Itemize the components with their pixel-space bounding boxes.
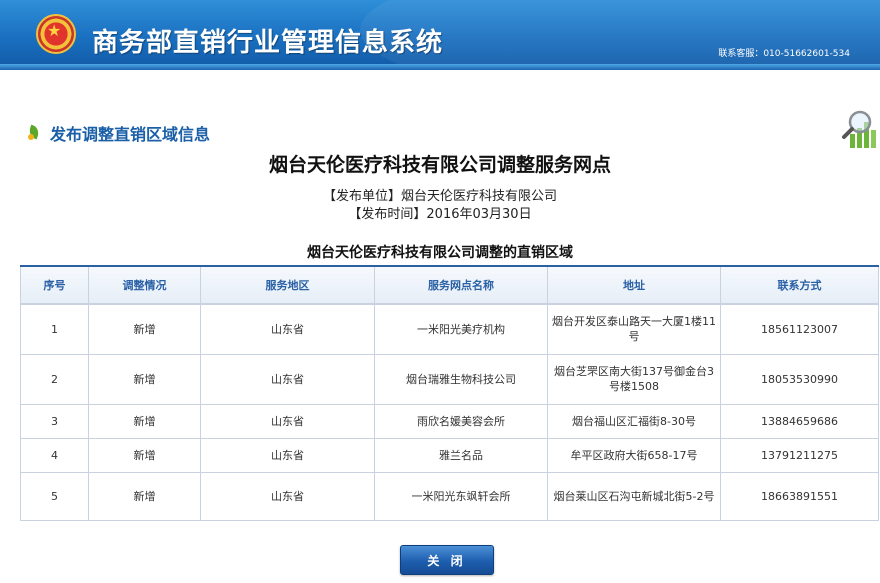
table-cell: 烟台开发区泰山路天一大厦1楼11号	[547, 303, 721, 355]
table-row: 3 新增 山东省 雨欣名媛美容会所 烟台福山区汇福街8-30号 13884659…	[20, 403, 879, 439]
table-cell: 新增	[88, 303, 201, 355]
table-cell: 烟台瑞雅生物科技公司	[374, 353, 548, 405]
table-cell: 3	[20, 403, 89, 439]
notice-title: 烟台天伦医疗科技有限公司调整服务网点	[268, 154, 611, 176]
column-header: 地址	[547, 265, 721, 304]
table-cell: 山东省	[200, 353, 375, 405]
table-cell: 山东省	[200, 403, 375, 439]
section-header: 发布调整直销区域信息	[26, 122, 210, 144]
table-cell: 1	[20, 303, 89, 355]
magnifier-chart-icon	[842, 110, 876, 148]
column-header: 联系方式	[720, 265, 879, 304]
table-cell: 18561123007	[720, 303, 879, 355]
table-cell: 一米阳光东飒轩会所	[374, 471, 548, 521]
close-button[interactable]: 关 闭	[400, 545, 494, 575]
national-emblem-icon: ★	[36, 14, 76, 54]
table-row: 2 新增 山东省 烟台瑞雅生物科技公司 烟台芝罘区南大街137号御金台3号楼15…	[20, 353, 879, 405]
table-cell: 烟台莱山区石沟屯新城北街5-2号	[547, 471, 721, 521]
table-cell: 新增	[88, 403, 201, 439]
table-cell: 烟台福山区汇福街8-30号	[547, 403, 721, 439]
table-cell: 雨欣名媛美容会所	[374, 403, 548, 439]
table-cell: 一米阳光美疗机构	[374, 303, 548, 355]
table-cell: 山东省	[200, 303, 375, 355]
table-title: 烟台天伦医疗科技有限公司调整的直销区域	[307, 245, 573, 261]
table-row: 5 新增 山东省 一米阳光东飒轩会所 烟台莱山区石沟屯新城北街5-2号 1866…	[20, 471, 879, 521]
table-cell: 2	[20, 353, 89, 405]
table-row: 4 新增 山东省 雅兰名品 牟平区政府大街658-17号 13791211275	[20, 437, 879, 473]
table-cell: 牟平区政府大街658-17号	[547, 437, 721, 473]
column-header: 调整情况	[88, 265, 201, 304]
column-header: 序号	[20, 265, 89, 304]
table-cell: 新增	[88, 353, 201, 405]
table-cell: 18053530990	[720, 353, 879, 405]
table-cell: 雅兰名品	[374, 437, 548, 473]
publisher-line: 【发布单位】烟台天伦医疗科技有限公司	[322, 189, 557, 204]
table-cell: 山东省	[200, 437, 375, 473]
table-cell: 5	[20, 471, 89, 521]
publish-time-line: 【发布时间】2016年03月30日	[348, 207, 532, 222]
table-header-row: 序号 调整情况 服务地区 服务网点名称 地址 联系方式	[20, 265, 879, 304]
table-cell: 新增	[88, 437, 201, 473]
table-cell: 13884659686	[720, 403, 879, 439]
table-cell: 13791211275	[720, 437, 879, 473]
table-cell: 新增	[88, 471, 201, 521]
customer-service-hotline: 联系客服：010-51662601-534	[718, 49, 850, 59]
table-cell: 山东省	[200, 471, 375, 521]
table-cell: 4	[20, 437, 89, 473]
table-row: 1 新增 山东省 一米阳光美疗机构 烟台开发区泰山路天一大厦1楼11号 1856…	[20, 303, 879, 355]
table-cell: 18663891551	[720, 471, 879, 521]
section-title: 发布调整直销区域信息	[50, 125, 211, 144]
app-title: 商务部直销行业管理信息系统	[92, 28, 444, 58]
service-outlet-table: 序号 调整情况 服务地区 服务网点名称 地址 联系方式 1 新增 山东省 一米阳…	[20, 265, 879, 521]
column-header: 服务地区	[200, 265, 375, 304]
column-header: 服务网点名称	[374, 265, 548, 304]
table-cell: 烟台芝罘区南大街137号御金台3号楼1508	[547, 353, 721, 405]
leaf-bullet-icon	[26, 125, 42, 141]
header-banner: ★ 商务部直销行业管理信息系统 联系客服：010-51662601-534	[0, 0, 880, 70]
